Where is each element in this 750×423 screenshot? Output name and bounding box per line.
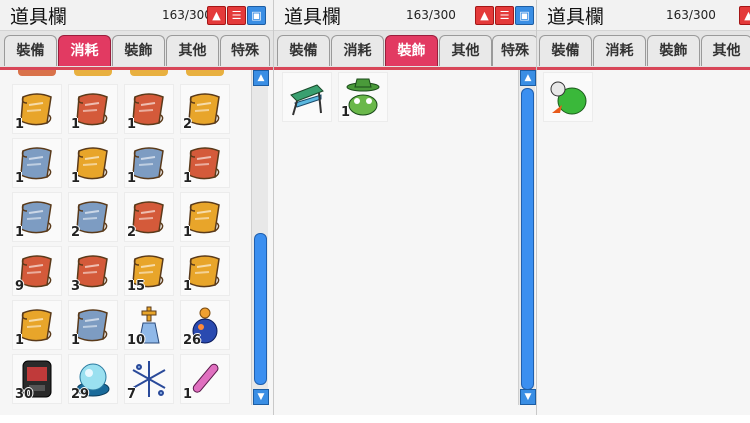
item-quantity: 1	[15, 171, 25, 186]
tab-special[interactable]: 特殊	[220, 35, 270, 66]
item-quantity: 1	[183, 225, 193, 240]
tab-etc[interactable]: 其他	[166, 35, 219, 66]
tab-decor[interactable]: 裝飾	[385, 35, 438, 66]
item-quantity: 1	[71, 333, 81, 348]
title-bar[interactable]: 道具欄 163/300 ▲ ☰ ▣	[0, 0, 273, 31]
item-quantity: 1	[71, 171, 81, 186]
tab-consume[interactable]: 消耗	[331, 35, 384, 66]
item-quantity: 1	[183, 279, 193, 294]
item-quantity: 26	[183, 333, 202, 348]
window-title: 道具欄	[547, 6, 605, 28]
item-quantity: 1	[15, 333, 25, 348]
item-slot[interactable]: 1	[68, 138, 118, 188]
item-slot[interactable]: 9	[12, 246, 62, 296]
tab-special[interactable]: 特殊	[492, 35, 536, 66]
item-quantity: 1	[341, 105, 351, 120]
item-slot[interactable]: 10	[124, 300, 174, 350]
tab-bar: 裝備 消耗 裝飾 其他	[537, 31, 750, 70]
item-slot[interactable]: 1	[12, 138, 62, 188]
item-quantity: 2	[71, 225, 81, 240]
scrollbar[interactable]: ▲ ▼	[518, 70, 536, 405]
menu-icon[interactable]: ☰	[227, 6, 246, 25]
scroll-thumb[interactable]	[254, 233, 267, 385]
item-slot[interactable]	[543, 72, 593, 122]
window-title: 道具欄	[284, 6, 342, 28]
scroll-up-icon[interactable]: ▲	[253, 70, 269, 86]
item-quantity: 9	[15, 279, 25, 294]
tab-bar: 裝備 消耗 裝飾 其他 特殊	[274, 31, 536, 70]
item-quantity: 1	[71, 117, 81, 132]
item-quantity: 1	[127, 117, 137, 132]
scroll-down-icon[interactable]: ▼	[253, 389, 269, 405]
inventory-window-consume: 道具欄 163/300 ▲ ☰ ▣ 裝備 消耗 裝飾 其他 特殊 1 1 1 2 1 1 1…	[0, 0, 274, 415]
item-slot[interactable]: 30	[12, 354, 62, 404]
item-quantity: 1	[183, 171, 193, 186]
tab-equip[interactable]: 裝備	[277, 35, 330, 66]
scroll-thumb[interactable]	[521, 88, 534, 390]
item-quantity: 10	[127, 333, 146, 348]
tab-equip[interactable]: 裝備	[539, 35, 592, 66]
item-slot[interactable]: 2	[68, 192, 118, 242]
item-slot[interactable]: 1	[180, 192, 230, 242]
item-slot[interactable]	[282, 72, 332, 122]
arrow-up-icon[interactable]: ▲	[739, 6, 750, 25]
item-quantity: 1	[15, 117, 25, 132]
tab-etc[interactable]: 其他	[701, 35, 750, 66]
tab-bar: 裝備 消耗 裝飾 其他 特殊	[0, 31, 273, 70]
scroll-up-icon[interactable]: ▲	[520, 70, 536, 86]
item-quantity: 15	[127, 279, 146, 294]
slot-count: 163/300	[162, 8, 212, 22]
item-slot[interactable]: 1	[338, 72, 388, 122]
item-quantity: 1	[183, 387, 193, 402]
item-slot[interactable]: 1	[68, 300, 118, 350]
inventory-window-decor: 道具欄 163/300 ▲ ☰ ▣ 裝備 消耗 裝飾 其他 特殊 1 ▲ ▼	[274, 0, 537, 415]
tab-consume[interactable]: 消耗	[593, 35, 646, 66]
tab-consume[interactable]: 消耗	[58, 35, 111, 66]
item-quantity: 1	[15, 225, 25, 240]
tab-decor[interactable]: 裝飾	[647, 35, 700, 66]
item-slot[interactable]: 26	[180, 300, 230, 350]
scroll-down-icon[interactable]: ▼	[520, 389, 536, 405]
window-title: 道具欄	[10, 6, 68, 28]
inventory-window-etc: 道具欄 163/300 ▲ 裝備 消耗 裝飾 其他	[537, 0, 750, 415]
item-slot[interactable]: 1	[180, 138, 230, 188]
item-slot[interactable]: 15	[124, 246, 174, 296]
item-quantity: 1	[127, 171, 137, 186]
item-slot[interactable]: 7	[124, 354, 174, 404]
item-slot[interactable]: 1	[180, 246, 230, 296]
item-quantity: 7	[127, 387, 137, 402]
item-quantity: 3	[71, 279, 81, 294]
item-quantity: 2	[127, 225, 137, 240]
expand-icon[interactable]: ▣	[515, 6, 534, 25]
arrow-up-icon[interactable]: ▲	[207, 6, 226, 25]
item-quantity: 2	[183, 117, 193, 132]
item-slot[interactable]: 1	[12, 300, 62, 350]
item-slot[interactable]: 1	[12, 192, 62, 242]
tab-decor[interactable]: 裝飾	[112, 35, 165, 66]
item-slot[interactable]: 1	[12, 84, 62, 134]
item-slot[interactable]: 29	[68, 354, 118, 404]
item-quantity: 29	[71, 387, 90, 402]
partial-row	[0, 70, 250, 82]
item-slot[interactable]: 3	[68, 246, 118, 296]
title-bar[interactable]: 道具欄 163/300 ▲	[537, 0, 750, 31]
title-bar[interactable]: 道具欄 163/300 ▲ ☰ ▣	[274, 0, 536, 31]
item-slot[interactable]: 1	[124, 84, 174, 134]
arrow-up-icon[interactable]: ▲	[475, 6, 494, 25]
item-quantity: 30	[15, 387, 34, 402]
item-slot[interactable]: 1	[124, 138, 174, 188]
tab-etc[interactable]: 其他	[439, 35, 492, 66]
expand-icon[interactable]: ▣	[247, 6, 266, 25]
slot-count: 163/300	[406, 8, 456, 22]
item-slot[interactable]: 2	[180, 84, 230, 134]
item-slot[interactable]: 1	[180, 354, 230, 404]
item-slot[interactable]: 2	[124, 192, 174, 242]
item-slot[interactable]: 1	[68, 84, 118, 134]
scrollbar[interactable]: ▲ ▼	[251, 70, 269, 405]
tab-equip[interactable]: 裝備	[4, 35, 57, 66]
menu-icon[interactable]: ☰	[495, 6, 514, 25]
slot-count: 163/300	[666, 8, 716, 22]
